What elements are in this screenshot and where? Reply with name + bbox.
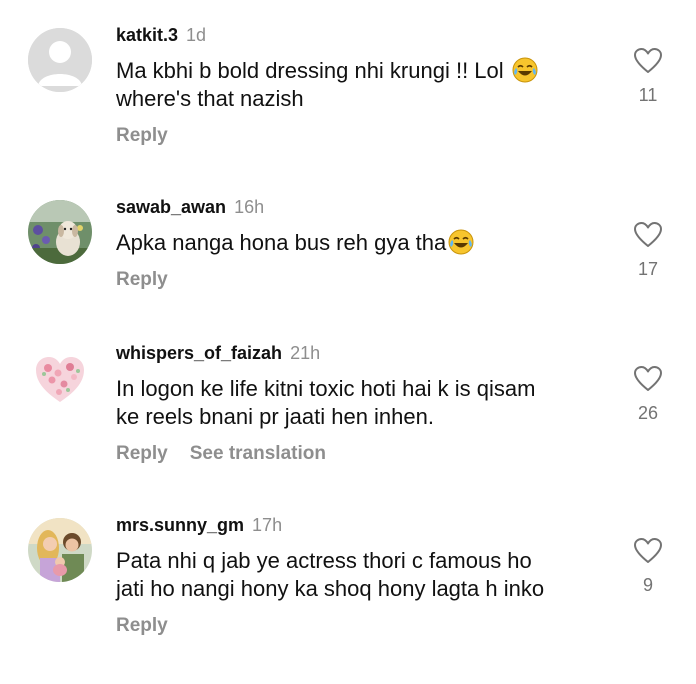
timestamp: 21h — [290, 343, 321, 363]
heart-outline-icon[interactable] — [634, 366, 662, 392]
comment-text-line: Pata nhi q jab ye actress thori c famous… — [116, 548, 532, 573]
animated-couple-image — [28, 518, 92, 582]
comment-text: Apka nanga hona bus reh gya tha — [116, 229, 586, 257]
comment-text: Ma kbhi b bold dressing nhi krungi !! Lo… — [116, 57, 586, 113]
heart-outline-icon[interactable] — [634, 538, 662, 564]
comment-text-line: where's that nazish — [116, 86, 304, 111]
dog-in-flower-field-photo — [28, 200, 92, 264]
like-count: 17 — [637, 259, 659, 279]
username[interactable]: katkit.3 — [116, 25, 178, 45]
reply-button[interactable]: Reply — [116, 615, 168, 636]
reply-button[interactable]: Reply — [116, 269, 168, 290]
comment-text-line: jati ho nangi hony ka shoq hony lagta h … — [116, 576, 545, 601]
comment-text: Pata nhi q jab ye actress thori c famous… — [116, 547, 586, 603]
comment-actions: Reply — [116, 124, 586, 148]
avatar[interactable] — [28, 518, 92, 582]
comment-meta: katkit.3 1d — [116, 24, 586, 46]
username[interactable]: whispers_of_faizah — [116, 343, 282, 363]
comment-meta: mrs.sunny_gm 17h — [116, 514, 586, 536]
like-count: 9 — [642, 575, 653, 595]
face-with-tears-of-joy-icon — [448, 229, 474, 255]
see-translation-link[interactable]: See translation — [190, 443, 326, 464]
like-area: 11 — [628, 48, 668, 106]
heart-outline-icon[interactable] — [634, 48, 662, 74]
timestamp: 16h — [234, 197, 265, 217]
comment-text-line: Ma kbhi b bold dressing nhi krungi !! Lo… — [116, 58, 504, 83]
avatar[interactable] — [28, 346, 92, 410]
comment-text: In logon ke life kitni toxic hoti hai k … — [116, 375, 586, 431]
like-area: 26 — [628, 366, 668, 424]
reply-button[interactable]: Reply — [116, 443, 168, 464]
timestamp: 17h — [252, 515, 283, 535]
default-person-icon — [28, 28, 92, 92]
like-count: 26 — [637, 403, 659, 423]
avatar[interactable] — [28, 200, 92, 264]
like-count: 11 — [638, 85, 658, 105]
like-area: 17 — [628, 222, 668, 280]
comment-meta: whispers_of_faizah 21h — [116, 342, 586, 364]
heart-outline-icon[interactable] — [634, 222, 662, 248]
comment-meta: sawab_awan 16h — [116, 196, 586, 218]
username[interactable]: sawab_awan — [116, 197, 226, 217]
avatar[interactable] — [28, 28, 92, 92]
comment-actions: Reply — [116, 268, 586, 292]
username[interactable]: mrs.sunny_gm — [116, 515, 244, 535]
reply-button[interactable]: Reply — [116, 125, 168, 146]
face-with-tears-of-joy-icon — [512, 57, 538, 83]
floral-heart-image — [28, 346, 92, 410]
comment-actions: Reply See translation — [116, 442, 586, 466]
comment-actions: Reply — [116, 614, 586, 638]
comment-text-line: Apka nanga hona bus reh gya tha — [116, 230, 447, 255]
comment-text-line: ke reels bnani pr jaati hen inhen. — [116, 404, 434, 429]
comment-text-line: In logon ke life kitni toxic hoti hai k … — [116, 376, 536, 401]
like-area: 9 — [628, 538, 668, 596]
timestamp: 1d — [186, 25, 207, 45]
